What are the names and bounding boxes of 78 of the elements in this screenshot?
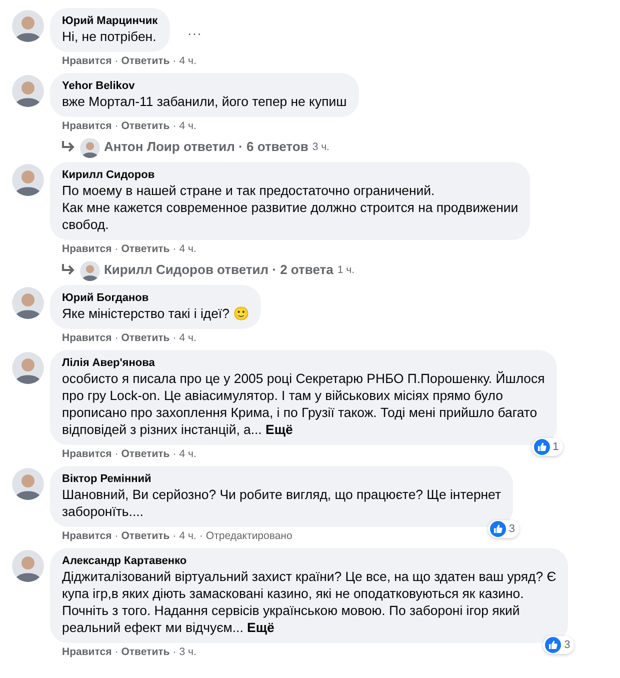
- avatar[interactable]: [80, 261, 100, 281]
- like-link[interactable]: Нравится: [62, 55, 112, 68]
- like-link[interactable]: Нравится: [62, 332, 112, 345]
- reaction-badge[interactable]: 3: [543, 636, 574, 654]
- reply-link[interactable]: Ответить: [121, 55, 170, 68]
- comment-time: 4 ч.: [179, 332, 196, 345]
- avatar[interactable]: [12, 10, 44, 42]
- separator-dot: ·: [114, 646, 118, 659]
- comment-time: 4 ч.: [179, 530, 196, 543]
- separator-dot: ·: [172, 530, 176, 543]
- avatar[interactable]: [12, 352, 44, 384]
- author-name: Yehor Belikov: [62, 79, 136, 93]
- comment-text: Діджиталізований віртуальний захист країни? Це все, на що здатен ваш уряд? Є купа ігр,в яких діють замасковані казино, які не оподатковуються як казино. Почніть з того. Надання сервісів українською мовою. По забороні ігор який реальний ефект ми відчуєм... Ещё: [62, 568, 556, 636]
- avatar[interactable]: [12, 287, 44, 319]
- like-link[interactable]: Нравится: [62, 530, 112, 543]
- like-icon: [545, 637, 562, 653]
- separator-dot: ·: [114, 530, 118, 543]
- replies-link[interactable]: Антон Лоир ответил · 6 ответов: [104, 137, 308, 157]
- avatar[interactable]: [12, 468, 44, 500]
- separator-dot: ·: [172, 332, 176, 345]
- separator-dot: ·: [114, 332, 118, 345]
- reaction-count: 3: [508, 523, 515, 535]
- reply-arrow-icon: [60, 263, 76, 277]
- reply-link[interactable]: Ответить: [121, 243, 170, 256]
- comment-time: 4 ч.: [179, 55, 196, 68]
- like-icon: [490, 521, 506, 537]
- separator-dot: ·: [172, 646, 176, 659]
- avatar[interactable]: [12, 550, 44, 582]
- reaction-count: 3: [564, 639, 570, 651]
- comment-text: Шановний, Ви серйозно? Чи робите вигляд, що працюєте? Ще інтернет заборонїть....: [62, 486, 501, 520]
- edited-label: Отредактировано: [206, 530, 292, 543]
- more-options[interactable]: ...: [188, 22, 202, 38]
- separator-dot: ·: [114, 120, 118, 133]
- author-name: Юрий Богданов: [62, 291, 150, 305]
- like-icon: [534, 439, 550, 455]
- comment-time: 4 ч.: [179, 243, 196, 256]
- author-name: Александр Картавенко: [62, 554, 188, 568]
- reply-link[interactable]: Ответить: [121, 646, 170, 659]
- author-name: Юрий Марцинчик: [62, 14, 158, 28]
- comment-time: 3 ч.: [179, 646, 196, 659]
- separator-dot: ·: [199, 530, 203, 543]
- see-more-link[interactable]: Ещё: [266, 422, 293, 437]
- separator-dot: ·: [172, 243, 176, 256]
- see-more-link[interactable]: Ещё: [247, 620, 274, 635]
- avatar[interactable]: [80, 138, 100, 158]
- avatar[interactable]: [12, 164, 44, 196]
- reaction-count: 1: [552, 441, 559, 453]
- like-link[interactable]: Нравится: [62, 243, 112, 256]
- separator-dot: ·: [172, 55, 176, 68]
- comment-text: По моему в нашей стране и так предостаточно ограничений. Как мне кажется современное развитие должно строится на продвижении свобод.: [62, 182, 518, 233]
- reply-link[interactable]: Ответить: [121, 120, 170, 133]
- comment-time: 4 ч.: [179, 120, 196, 133]
- replies-link[interactable]: Кирилл Сидоров ответил · 2 ответа: [104, 260, 334, 280]
- reply-link[interactable]: Ответить: [121, 448, 170, 461]
- like-link[interactable]: Нравится: [62, 646, 112, 659]
- reaction-badge[interactable]: 1: [532, 438, 563, 456]
- like-link[interactable]: Нравится: [62, 448, 112, 461]
- reply-time: 1 ч.: [337, 263, 355, 278]
- comment-text: Яке міністерство такі і ідеї? 🙂: [62, 305, 250, 322]
- separator-dot: ·: [172, 448, 176, 461]
- author-name: Лілія Авер'янова: [62, 356, 156, 370]
- separator-dot: ·: [114, 243, 118, 256]
- avatar[interactable]: [12, 75, 44, 107]
- reply-arrow-icon: [60, 140, 76, 154]
- reaction-badge[interactable]: 3: [488, 520, 519, 538]
- comment-time: 4 ч.: [179, 448, 196, 461]
- like-link[interactable]: Нравится: [62, 120, 112, 133]
- comment-text: особисто я писала про це у 2005 році Секретарю РНБО П.Порошенку. Йшлося про гру Lock-on. Це авіасимулятор. І там у військових місіях прямо було прописано про захоплення Крима, і по Грузії також. Тоді мені прийшло багато відповідей з різних інстанцій, а... Ещё: [62, 370, 545, 438]
- separator-dot: ·: [114, 448, 118, 461]
- comment-text: Ні, не потрібен.: [62, 28, 158, 45]
- reply-link[interactable]: Ответить: [121, 332, 170, 345]
- reply-time: 3 ч.: [312, 140, 330, 155]
- comment-text: вже Мортал-11 забанили, його тепер не купиш: [62, 93, 347, 110]
- author-name: Кирилл Сидоров: [62, 168, 156, 182]
- reply-link[interactable]: Ответить: [121, 530, 170, 543]
- separator-dot: ·: [172, 120, 176, 133]
- author-name: Віктор Ремінний: [62, 472, 152, 486]
- separator-dot: ·: [114, 55, 118, 68]
